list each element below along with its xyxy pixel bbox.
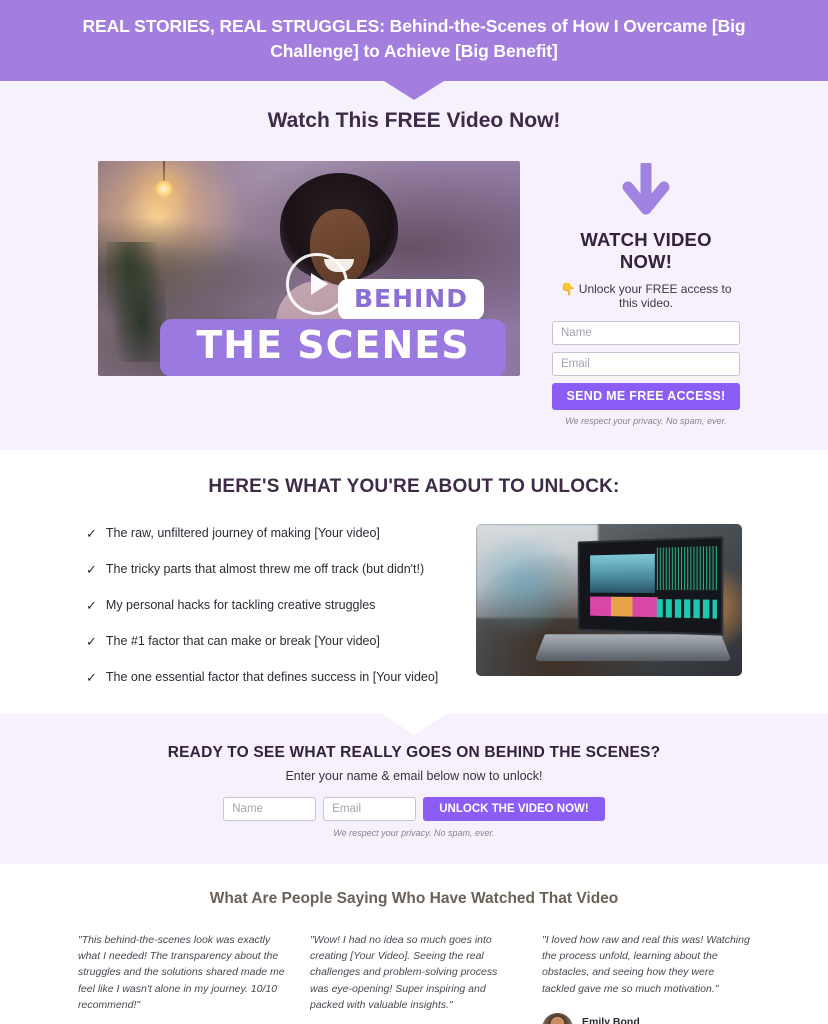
bulb-cord-decor	[163, 160, 165, 181]
testimonial-quote: "This behind-the-scenes look was exactly…	[78, 933, 285, 1011]
benefits-list: ✓ The raw, unfiltered journey of making …	[86, 524, 446, 684]
editor-waveform-decor	[656, 546, 717, 590]
list-item: ✓ The raw, unfiltered journey of making …	[86, 526, 446, 540]
mid-cta-subtext: Enter your name & email below now to unl…	[285, 768, 543, 783]
optin-subtext: 👇 Unlock your FREE access to this video.	[560, 281, 732, 310]
list-item: ✓ The tricky parts that almost threw me …	[86, 562, 446, 576]
laptop-keyboard-decor	[534, 634, 732, 661]
benefit-text: The one essential factor that defines su…	[105, 669, 439, 684]
page-headline: REAL STORIES, REAL STRUGGLES: Behind-the…	[82, 16, 746, 62]
check-icon: ✓	[86, 525, 97, 541]
optin-column: WATCH VIDEO NOW! 👇 Unlock your FREE acce…	[552, 155, 740, 426]
cta-notch-icon	[382, 713, 446, 735]
optin-heading: WATCH VIDEO NOW!	[580, 228, 712, 272]
editor-preview-decor	[589, 553, 655, 594]
editor-timeline-decor	[656, 598, 717, 619]
benefits-row: ✓ The raw, unfiltered journey of making …	[0, 523, 828, 684]
mid-email-input[interactable]	[323, 796, 417, 821]
check-icon: ✓	[86, 597, 97, 613]
mid-privacy-note: We respect your privacy. No spam, ever.	[333, 827, 495, 838]
laptop-video-editing-image	[476, 523, 742, 676]
laptop-screen-decor	[577, 536, 724, 636]
testimonial-person: Emily Bond Coach	[542, 1012, 750, 1024]
benefits-section: HERE'S WHAT YOU'RE ABOUT TO UNLOCK: ✓ Th…	[0, 449, 828, 714]
testimonial-quote: "I loved how raw and real this was! Watc…	[542, 933, 750, 995]
arrow-down-icon	[622, 162, 670, 215]
mid-cta-form: UNLOCK THE VIDEO NOW!	[0, 796, 828, 821]
benefit-text: My personal hacks for tackling creative …	[105, 597, 376, 612]
avatar	[542, 1012, 573, 1024]
video-section: Watch This FREE Video Now! BEHIND THE SC…	[0, 80, 828, 450]
video-row: BEHIND THE SCENES WATCH VIDEO NOW! 👇 Unl…	[0, 155, 828, 426]
email-input[interactable]	[552, 351, 740, 376]
send-me-free-access-button[interactable]: SEND ME FREE ACCESS!	[552, 382, 740, 410]
testimonial-name: Emily Bond	[582, 1016, 640, 1024]
privacy-note: We respect your privacy. No spam, ever.	[565, 415, 727, 426]
testimonial-card: "This behind-the-scenes look was exactly…	[78, 932, 286, 1024]
mid-cta-section: READY TO SEE WHAT REALLY GOES ON BEHIND …	[0, 713, 828, 864]
testimonial-card: "Wow! I had no idea so much goes into cr…	[310, 932, 518, 1024]
unlock-the-video-now-button[interactable]: UNLOCK THE VIDEO NOW!	[423, 796, 605, 821]
plant-decor	[106, 241, 166, 362]
benefit-text: The raw, unfiltered journey of making [Y…	[105, 525, 380, 540]
name-input[interactable]	[552, 320, 740, 345]
video-section-title: Watch This FREE Video Now!	[267, 108, 561, 132]
testimonial-card: "I loved how raw and real this was! Watc…	[542, 932, 750, 1024]
testimonials-section: What Are People Saying Who Have Watched …	[0, 863, 828, 1024]
benefits-title: HERE'S WHAT YOU'RE ABOUT TO UNLOCK:	[208, 475, 620, 497]
check-icon: ✓	[86, 561, 97, 577]
benefit-text: The #1 factor that can make or break [Yo…	[105, 633, 380, 648]
light-bulb-decor	[154, 178, 174, 199]
testimonials-row: "This behind-the-scenes look was exactly…	[0, 932, 828, 1024]
hero-header: REAL STORIES, REAL STRUGGLES: Behind-the…	[0, 0, 828, 100]
testimonial-quote: "Wow! I had no idea so much goes into cr…	[310, 933, 498, 1011]
mid-cta-heading: READY TO SEE WHAT REALLY GOES ON BEHIND …	[167, 743, 661, 761]
badge-the-scenes: THE SCENES	[160, 318, 506, 376]
benefit-text: The tricky parts that almost threw me of…	[105, 561, 425, 576]
landing-page: REAL STORIES, REAL STRUGGLES: Behind-the…	[0, 0, 828, 1024]
check-icon: ✓	[86, 669, 97, 685]
editor-clips-decor	[589, 596, 658, 618]
mid-name-input[interactable]	[223, 796, 317, 821]
badge-behind: BEHIND	[337, 278, 484, 320]
header-notch-icon	[384, 80, 444, 100]
list-item: ✓ My personal hacks for tackling creativ…	[86, 598, 446, 612]
video-thumbnail[interactable]: BEHIND THE SCENES	[90, 155, 530, 390]
list-item: ✓ The #1 factor that can make or break […	[86, 634, 446, 648]
list-item: ✓ The one essential factor that defines …	[86, 670, 446, 684]
testimonials-title: What Are People Saying Who Have Watched …	[209, 889, 619, 907]
thumbnail-image: BEHIND THE SCENES	[98, 160, 520, 376]
check-icon: ✓	[86, 633, 97, 649]
